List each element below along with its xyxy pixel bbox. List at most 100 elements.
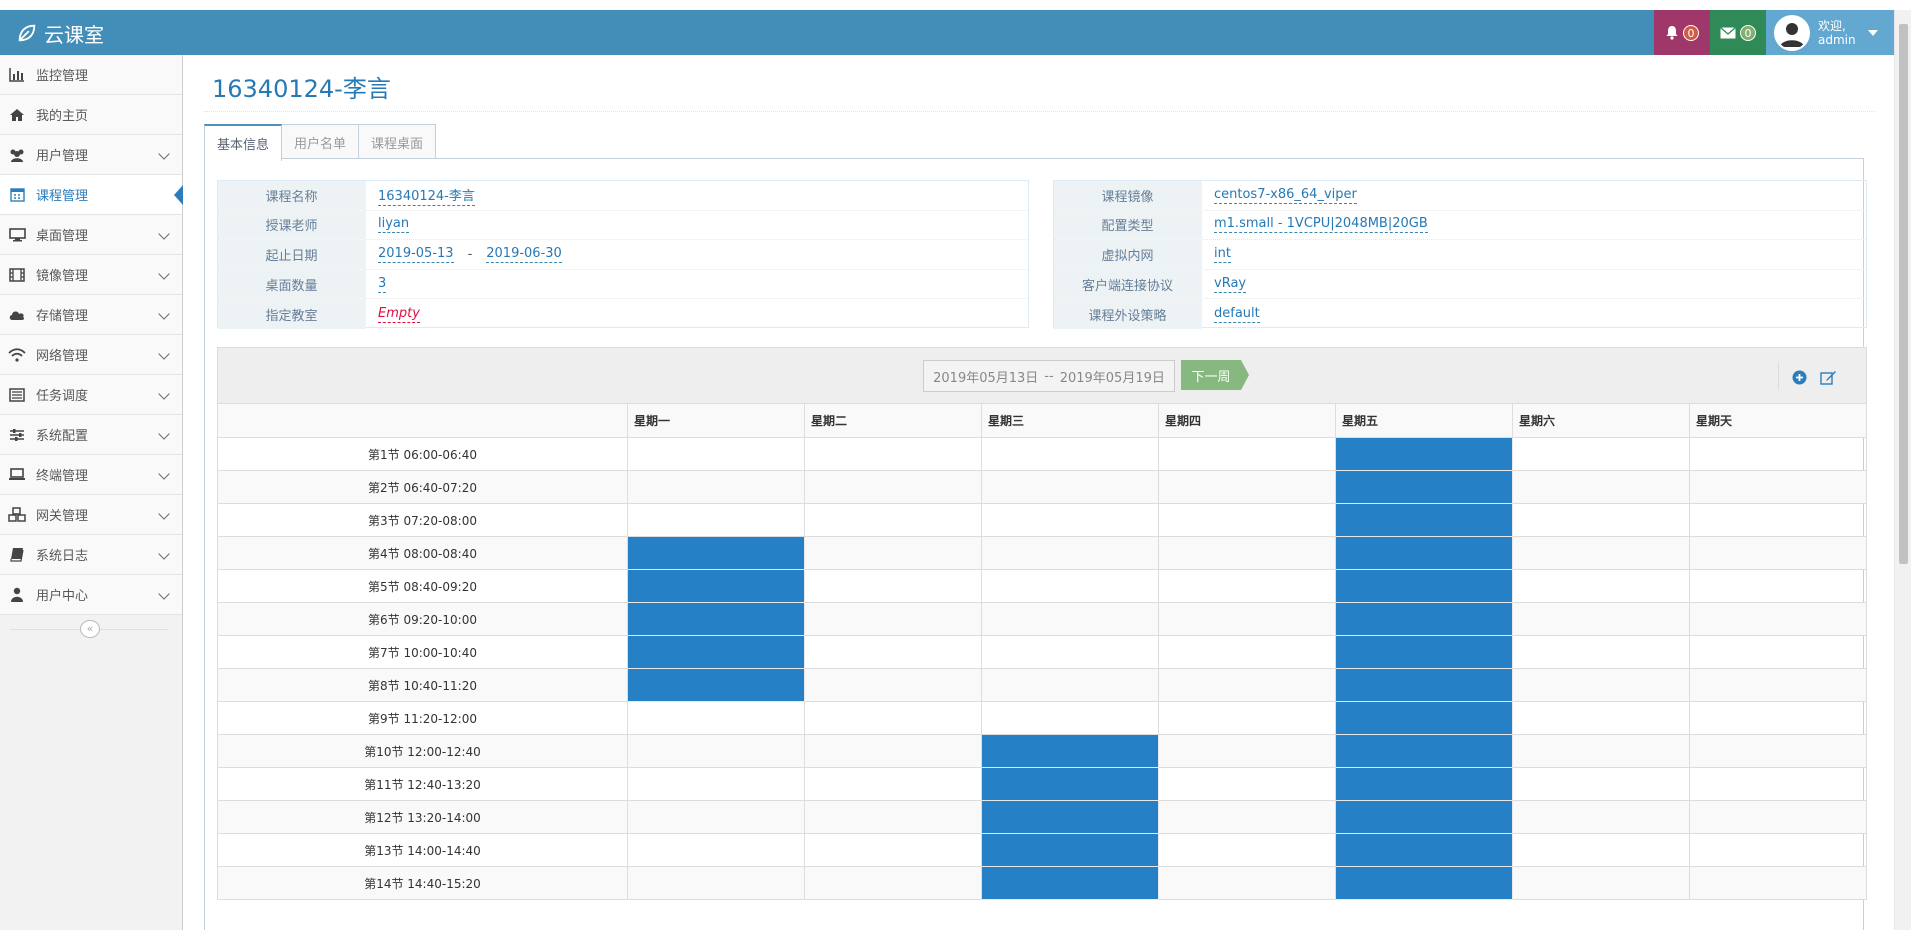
- empty-slot-cell[interactable]: [1689, 668, 1867, 702]
- booked-slot-cell[interactable]: [981, 767, 1159, 801]
- double-chevron-left-icon[interactable]: «: [80, 620, 100, 638]
- empty-slot-cell[interactable]: [1689, 734, 1867, 768]
- empty-slot-cell[interactable]: [804, 536, 982, 570]
- empty-slot-cell[interactable]: [1689, 800, 1867, 834]
- empty-slot-cell[interactable]: [1689, 635, 1867, 669]
- empty-slot-cell[interactable]: [627, 833, 805, 867]
- empty-slot-cell[interactable]: [1512, 668, 1690, 702]
- empty-slot-cell[interactable]: [1512, 635, 1690, 669]
- empty-slot-cell[interactable]: [627, 503, 805, 537]
- next-week-button[interactable]: 下一周: [1181, 360, 1249, 390]
- image-value[interactable]: centos7-x86_64_viper: [1214, 187, 1357, 204]
- notifications-button[interactable]: 0: [1654, 10, 1710, 55]
- sidebar-item-storage[interactable]: 存储管理: [0, 295, 182, 335]
- empty-slot-cell[interactable]: [1158, 635, 1336, 669]
- booked-slot-cell[interactable]: [1335, 668, 1513, 702]
- scrollbar-thumb[interactable]: [1899, 24, 1908, 564]
- empty-slot-cell[interactable]: [1512, 437, 1690, 471]
- booked-slot-cell[interactable]: [1335, 470, 1513, 504]
- empty-slot-cell[interactable]: [1158, 800, 1336, 834]
- empty-slot-cell[interactable]: [1512, 569, 1690, 603]
- sidebar-item-monitor[interactable]: 监控管理: [0, 55, 182, 95]
- protocol-value[interactable]: vRay: [1214, 276, 1247, 293]
- booked-slot-cell[interactable]: [1335, 701, 1513, 735]
- messages-button[interactable]: 0: [1710, 10, 1766, 55]
- sidebar-item-user-center[interactable]: 用户中心: [0, 575, 182, 615]
- vertical-scrollbar[interactable]: [1894, 10, 1911, 930]
- booked-slot-cell[interactable]: [1335, 800, 1513, 834]
- empty-slot-cell[interactable]: [981, 602, 1159, 636]
- empty-slot-cell[interactable]: [627, 866, 805, 900]
- booked-slot-cell[interactable]: [627, 635, 805, 669]
- empty-slot-cell[interactable]: [981, 569, 1159, 603]
- sidebar-item-home[interactable]: 我的主页: [0, 95, 182, 135]
- empty-slot-cell[interactable]: [1512, 470, 1690, 504]
- plus-circle-icon[interactable]: [1790, 368, 1808, 386]
- booked-slot-cell[interactable]: [981, 866, 1159, 900]
- booked-slot-cell[interactable]: [981, 833, 1159, 867]
- sidebar-item-config[interactable]: 系统配置: [0, 415, 182, 455]
- empty-slot-cell[interactable]: [804, 503, 982, 537]
- empty-slot-cell[interactable]: [1158, 734, 1336, 768]
- empty-slot-cell[interactable]: [1158, 470, 1336, 504]
- empty-slot-cell[interactable]: [1512, 800, 1690, 834]
- sidebar-item-courses[interactable]: 课程管理: [0, 175, 183, 215]
- empty-slot-cell[interactable]: [1689, 767, 1867, 801]
- network-value[interactable]: int: [1214, 246, 1231, 263]
- booked-slot-cell[interactable]: [627, 569, 805, 603]
- booked-slot-cell[interactable]: [1335, 602, 1513, 636]
- empty-slot-cell[interactable]: [1689, 833, 1867, 867]
- empty-slot-cell[interactable]: [1158, 866, 1336, 900]
- empty-slot-cell[interactable]: [981, 701, 1159, 735]
- empty-slot-cell[interactable]: [1689, 866, 1867, 900]
- empty-slot-cell[interactable]: [804, 767, 982, 801]
- booked-slot-cell[interactable]: [1335, 833, 1513, 867]
- empty-slot-cell[interactable]: [1158, 437, 1336, 471]
- empty-slot-cell[interactable]: [1158, 569, 1336, 603]
- empty-slot-cell[interactable]: [1158, 833, 1336, 867]
- empty-slot-cell[interactable]: [804, 635, 982, 669]
- empty-slot-cell[interactable]: [627, 470, 805, 504]
- booked-slot-cell[interactable]: [627, 668, 805, 702]
- sidebar-item-users[interactable]: 用户管理: [0, 135, 182, 175]
- brand[interactable]: 云课室: [16, 18, 104, 48]
- empty-slot-cell[interactable]: [1512, 833, 1690, 867]
- empty-slot-cell[interactable]: [1512, 701, 1690, 735]
- empty-slot-cell[interactable]: [1689, 437, 1867, 471]
- booked-slot-cell[interactable]: [1335, 569, 1513, 603]
- empty-slot-cell[interactable]: [1158, 536, 1336, 570]
- empty-slot-cell[interactable]: [981, 635, 1159, 669]
- tab-user-list[interactable]: 用户名单: [281, 124, 360, 159]
- empty-slot-cell[interactable]: [1689, 602, 1867, 636]
- empty-slot-cell[interactable]: [1158, 767, 1336, 801]
- empty-slot-cell[interactable]: [1158, 701, 1336, 735]
- desktop-count-value[interactable]: 3: [378, 276, 387, 293]
- empty-slot-cell[interactable]: [627, 437, 805, 471]
- empty-slot-cell[interactable]: [627, 800, 805, 834]
- booked-slot-cell[interactable]: [1335, 503, 1513, 537]
- booked-slot-cell[interactable]: [1335, 536, 1513, 570]
- booked-slot-cell[interactable]: [1335, 734, 1513, 768]
- sidebar-item-gateways[interactable]: 网关管理: [0, 495, 182, 535]
- sidebar-item-tasks[interactable]: 任务调度: [0, 375, 182, 415]
- empty-slot-cell[interactable]: [1689, 503, 1867, 537]
- empty-slot-cell[interactable]: [804, 701, 982, 735]
- course-name-value[interactable]: 16340124-李言: [378, 185, 475, 206]
- empty-slot-cell[interactable]: [1689, 569, 1867, 603]
- empty-slot-cell[interactable]: [1689, 536, 1867, 570]
- sidebar-item-logs[interactable]: 系统日志: [0, 535, 182, 575]
- edit-icon[interactable]: [1819, 368, 1837, 386]
- empty-slot-cell[interactable]: [627, 734, 805, 768]
- policy-value[interactable]: default: [1214, 306, 1260, 323]
- booked-slot-cell[interactable]: [981, 800, 1159, 834]
- empty-slot-cell[interactable]: [804, 668, 982, 702]
- empty-slot-cell[interactable]: [804, 569, 982, 603]
- end-date-value[interactable]: 2019-06-30: [486, 246, 562, 263]
- booked-slot-cell[interactable]: [1335, 437, 1513, 471]
- empty-slot-cell[interactable]: [804, 470, 982, 504]
- start-date-value[interactable]: 2019-05-13: [378, 246, 454, 263]
- empty-slot-cell[interactable]: [1512, 767, 1690, 801]
- sidebar-item-desktops[interactable]: 桌面管理: [0, 215, 182, 255]
- empty-slot-cell[interactable]: [804, 800, 982, 834]
- booked-slot-cell[interactable]: [627, 602, 805, 636]
